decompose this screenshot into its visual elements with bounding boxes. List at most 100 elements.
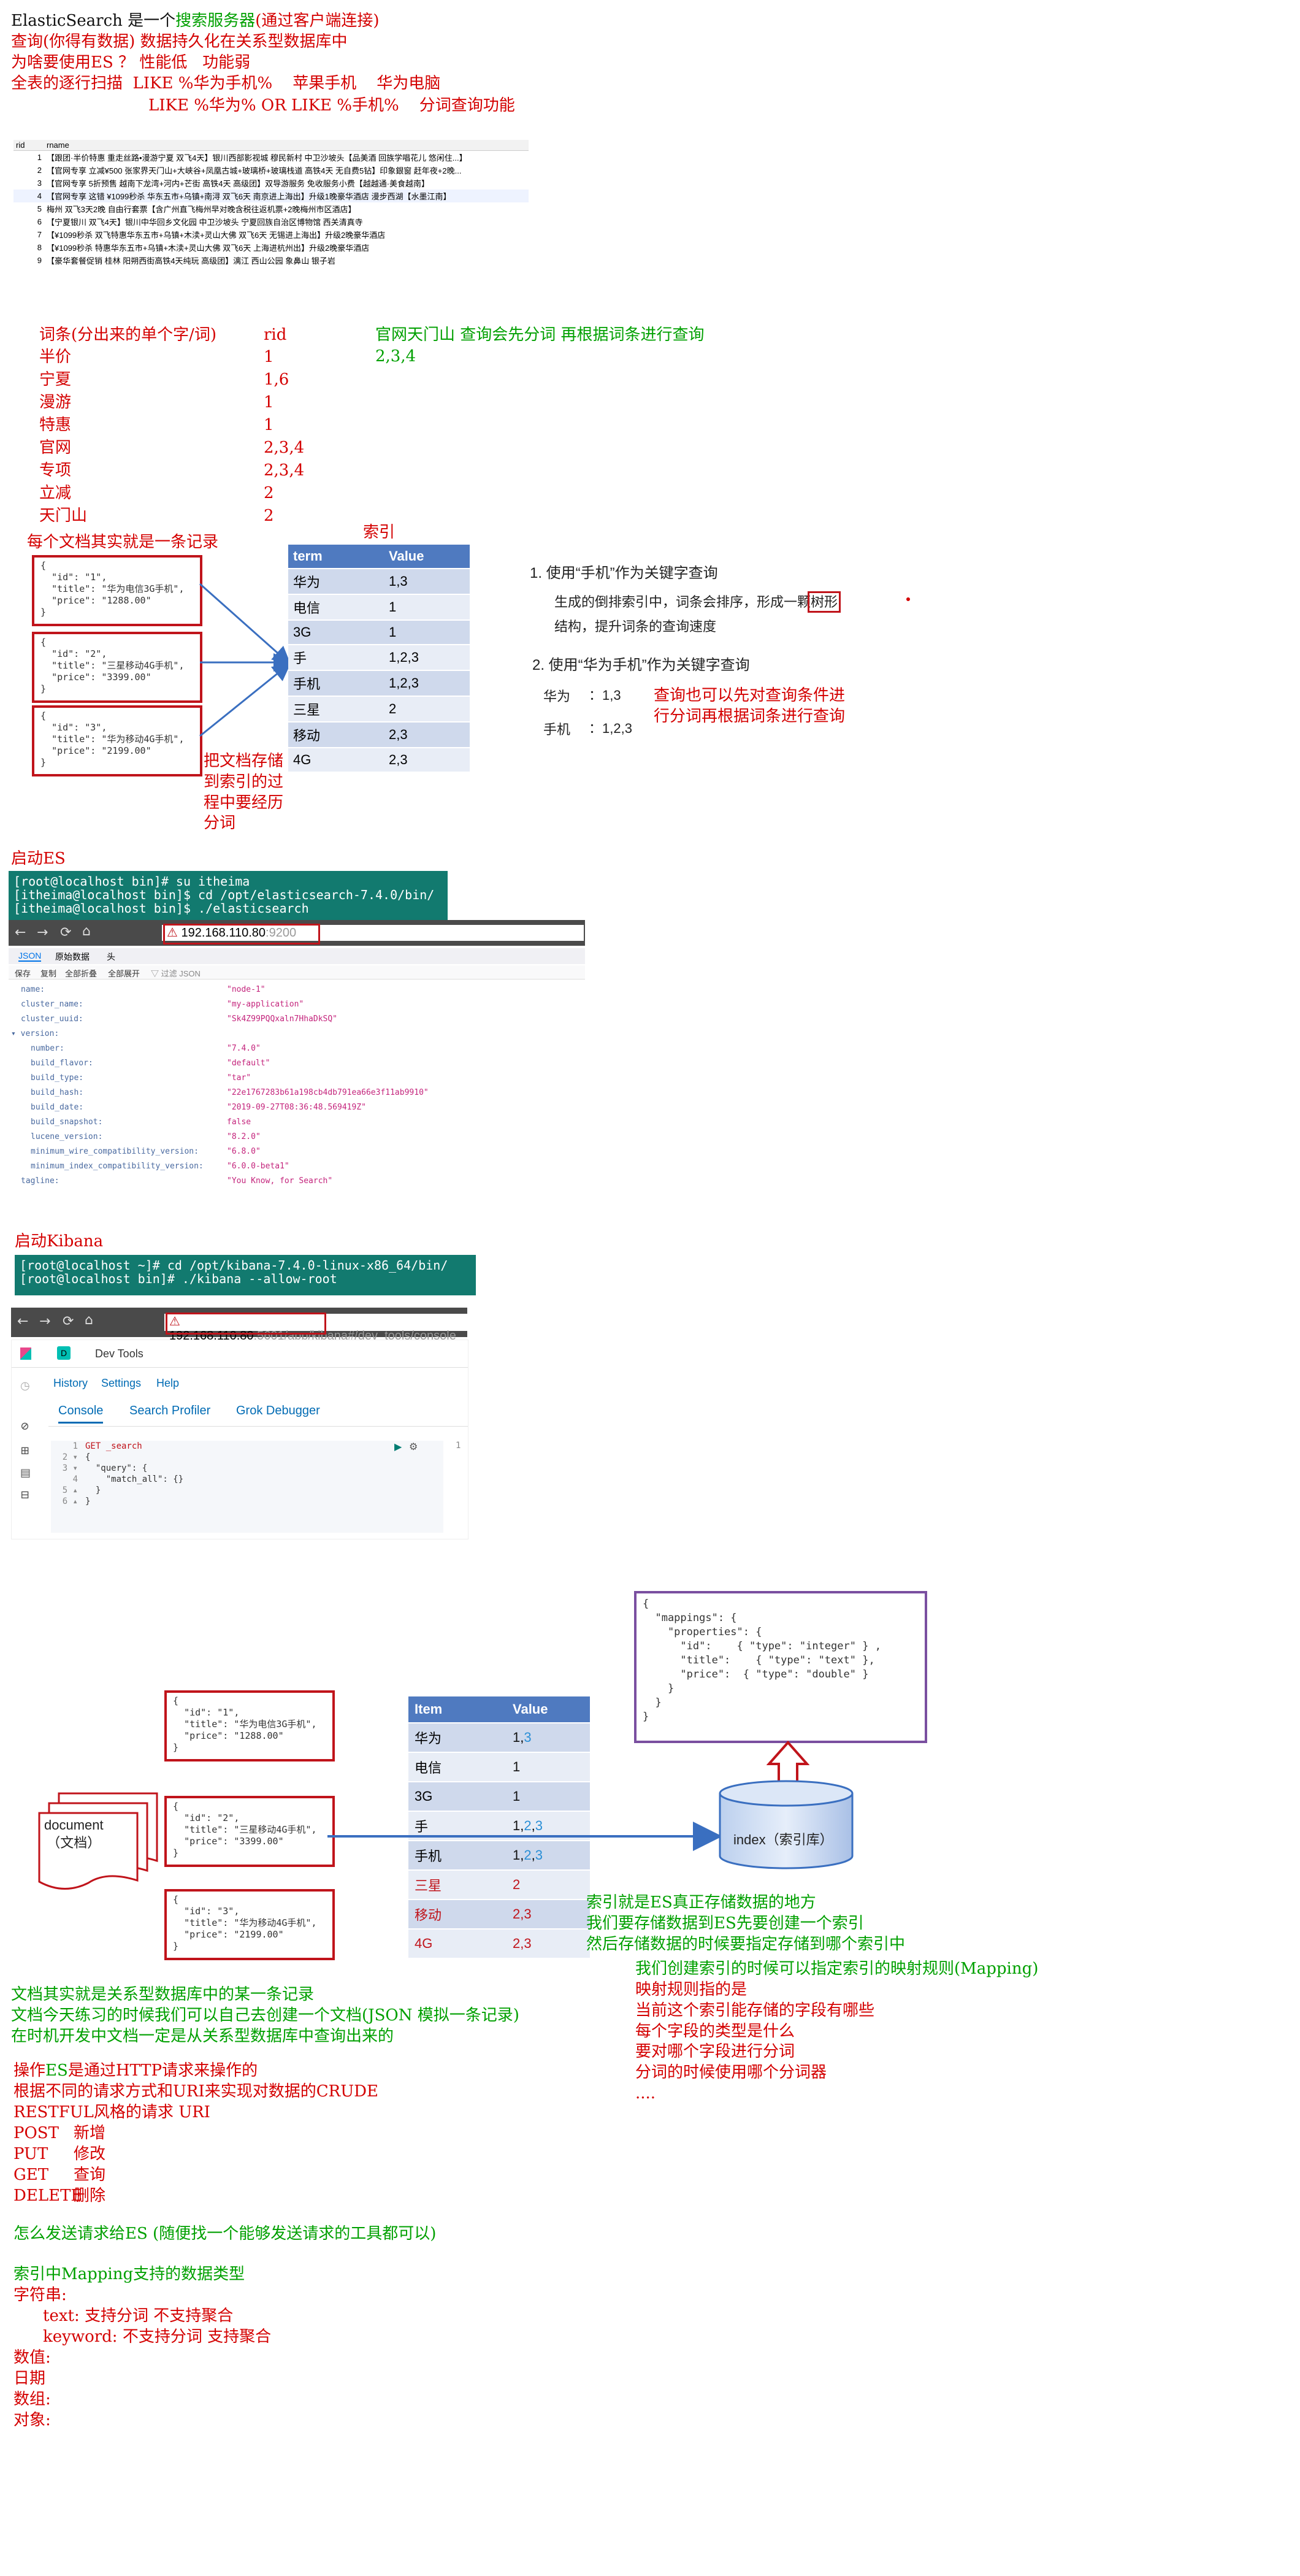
index-value: 1 (384, 619, 470, 645)
terms-col1-header: 词条(分出来的单个字/词) (39, 326, 217, 344)
document-label: document （文档） (44, 1817, 104, 1850)
table-row: 7 【¥1099秒杀 双飞特惠华东五市+乌镇+木渎+灵山大佛 双飞6天 无锡进上海… (13, 228, 529, 241)
line-number: 6 ▴ (62, 1497, 78, 1506)
run-icon[interactable]: ▶ (394, 1441, 402, 1452)
toolbar-collapse-all[interactable]: 全部折叠 (65, 967, 97, 979)
json-value: "tar" (227, 1073, 251, 1083)
tab-search-profiler[interactable]: Search Profiler (129, 1404, 210, 1418)
json-value: "You Know, for Search" (227, 1176, 333, 1186)
dashboard-icon[interactable]: ⊞ (20, 1444, 29, 1457)
json-key: cluster_name: (21, 1000, 83, 1009)
rid-cell: 5 (37, 204, 42, 213)
json-key: minimum_index_compatibility_version: (31, 1162, 204, 1171)
table-row: 5 梅州 双飞3天2晚 自由行套票【含广州直飞梅州早对晚含税往返机票+2晚梅州市区… (13, 202, 529, 215)
menu-history[interactable]: History (53, 1377, 88, 1390)
inverted-index-table: term Value 华为 1,3 电信 1 3G 1 手 1,2,3 手机 1,2,3 三星 2 移动… (288, 545, 470, 772)
index-term: 华为 (408, 1722, 507, 1752)
doc-card-1: { "id": "1", "title": "华为电信3G手机", "price… (32, 555, 202, 626)
kb-home-icon[interactable]: ⌂ (85, 1313, 93, 1328)
code-line: } (85, 1485, 101, 1495)
json-value: "8.2.0" (227, 1132, 261, 1141)
query2-title: 2. 使用“华为手机”作为关键字查询 (532, 657, 750, 673)
json-key: ▾ version: (11, 1029, 59, 1038)
menu-help[interactable]: Help (156, 1377, 179, 1390)
menu-settings[interactable]: Settings (101, 1377, 141, 1390)
wrench-icon[interactable]: ⚙ (409, 1441, 418, 1452)
space-badge[interactable]: D (57, 1346, 71, 1360)
reload-icon[interactable]: ⟳ (60, 925, 71, 940)
kb-forward-arrow-icon[interactable]: → (39, 1314, 50, 1329)
query1-desc: 生成的倒排索引中，词条会排序，形成一颗树形 (554, 591, 841, 613)
rid-cell: 6 (37, 217, 42, 226)
toolbar-expand-all[interactable]: 全部展开 (108, 967, 140, 979)
rid-cell: 1 (37, 153, 42, 162)
back-arrow-icon[interactable]: ← (15, 925, 26, 940)
index-row: 手 1,2,3 (288, 644, 470, 670)
intro-title-link: 搜索服务器 (175, 12, 256, 30)
tab-headers[interactable]: 头 (107, 951, 115, 963)
line-numbers: 12 ▾ 3 ▾ 4 5 ▴ 6 ▴ (53, 1441, 78, 1507)
term-word: 立减 (39, 484, 72, 502)
toolbar-filter-json[interactable]: ▽ 过滤 JSON (151, 967, 201, 979)
term-rids: 2,3,4 (264, 439, 305, 457)
index-header-term: term (288, 545, 384, 569)
compass-icon[interactable]: ⊘ (20, 1420, 29, 1433)
index-value: 2 (384, 696, 470, 722)
console-editor[interactable]: 12 ▾ 3 ▾ 4 5 ▴ 6 ▴ GET _search{ "query": { "… (51, 1441, 443, 1533)
table-row: 8 【¥1099秒杀 特惠华东五市+乌镇+木渎+灵山大佛 双飞6天 上海进杭州出】… (13, 241, 529, 254)
table-row: 1 【跟团·半价特惠 重走丝路•漫游宁夏 双飞4天】银川西部影视城 穆民新村 中卫… (13, 151, 529, 164)
rid-cell: 8 (37, 243, 42, 252)
line-number: 4 (72, 1474, 78, 1484)
maps-icon[interactable]: ⊟ (20, 1489, 29, 1501)
http-method-desc: 查询 (74, 2166, 106, 2184)
docs-to-index-arrow (327, 1822, 722, 1851)
terms-note1: 官网天门山 查询会先分词 再根据词条进行查询 (375, 326, 705, 344)
tab-grok-debugger[interactable]: Grok Debugger (236, 1404, 320, 1418)
rid-cell: 4 (37, 191, 42, 201)
rid-cell: 2 (37, 166, 42, 175)
clock-icon[interactable]: ◷ (20, 1379, 30, 1392)
kibana-logo-icon[interactable] (20, 1347, 31, 1360)
intro-line5: LIKE %华为% OR LIKE %手机% 分词查询功能 (148, 96, 515, 115)
es-url-highlight (163, 924, 320, 945)
toolbar-save[interactable]: 保存 (15, 967, 31, 979)
index-term: 华为 (288, 568, 384, 594)
terms-col2-header: rid (264, 326, 287, 344)
kb-reload-icon[interactable]: ⟳ (63, 1314, 74, 1329)
index-value: 1,2,3 (384, 644, 470, 670)
term-word: 专项 (39, 461, 72, 480)
forward-arrow-icon[interactable]: → (37, 925, 48, 940)
rname-cell: 【豪华套餐促销 桂林 阳朔西街高铁4天纯玩 高级团】漓江 西山公园 象鼻山 银子… (47, 256, 335, 266)
console-code[interactable]: GET _search{ "query": { "match_all": {} … (85, 1441, 183, 1507)
tab-json[interactable]: JSON (18, 951, 42, 962)
code-line: } (85, 1497, 91, 1506)
kb-back-arrow-icon[interactable]: ← (17, 1314, 28, 1329)
es-browser-bar: ← → ⟳ ⌂ ⚠ 192.168.110.80:9200 (9, 920, 585, 946)
term-word: 宁夏 (39, 370, 72, 389)
mapping-json: { "mappings": { "properties": { "id": { … (643, 1598, 881, 1723)
terms-note2: 2,3,4 (375, 347, 416, 366)
table-row: 4 【官网专享 这错 ¥1099秒杀 华东五市+乌镇+南浔 双飞6天 南京进上海出… (13, 190, 529, 202)
canvas-icon[interactable]: ▤ (20, 1466, 31, 1479)
tab-console[interactable]: Console (58, 1404, 104, 1424)
doc-card-1-json: { "id": "1", "title": "华为电信3G手机", "price… (40, 560, 185, 618)
json-value: "Sk4Z99PQQxaln7HhaDkSQ" (227, 1014, 338, 1024)
db-header-rid: rid (13, 140, 44, 151)
term-word: 漫游 (39, 393, 72, 412)
store-note: 把文档存储 到索引的过 程中要经历 分词 (204, 752, 284, 833)
json-key: build_type: (31, 1073, 84, 1083)
home-icon[interactable]: ⌂ (82, 924, 91, 939)
json-value: "my-application" (227, 1000, 304, 1009)
term-word: 天门山 (39, 507, 88, 525)
rname-cell: 梅州 双飞3天2晚 自由行套票【含广州直飞梅州早对晚含税往返机票+2晚梅州市区酒… (47, 205, 356, 214)
toolbar-copy[interactable]: 复制 (40, 967, 56, 979)
rid-cell: 3 (37, 178, 42, 188)
kibana-browser-bar: ← → ⟳ ⌂ ⚠ 192.168.110.80:5601/app/kibana… (11, 1308, 470, 1343)
start-kibana-label: 启动Kibana (15, 1232, 104, 1251)
index-value: 2,3 (507, 1928, 590, 1958)
red-dot (906, 597, 910, 601)
diagram-doc-2-json: { "id": "2", "title": "三星移动4G手机", "price… (173, 1801, 317, 1858)
index-term: 三星 (288, 696, 384, 722)
index-row: 电信 1 (408, 1752, 590, 1782)
tab-raw-data[interactable]: 原始数据 (55, 951, 90, 963)
